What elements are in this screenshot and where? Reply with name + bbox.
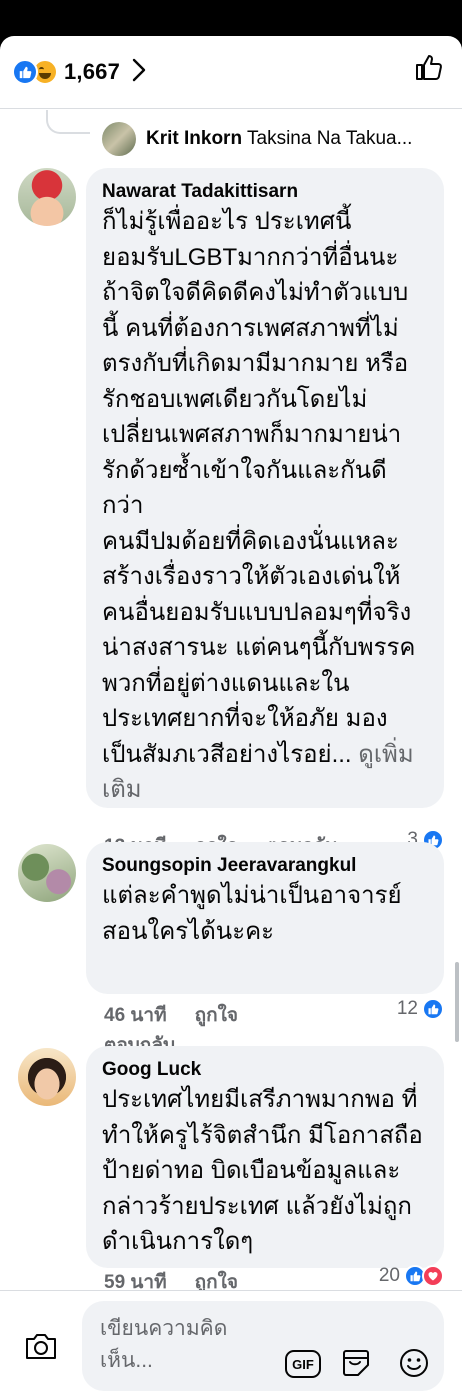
see-more-link[interactable]: เติม xyxy=(102,772,428,808)
comment-line: ประเทศยากที่จะให้อภัย มอง xyxy=(102,705,388,732)
chevron-right-icon[interactable] xyxy=(132,58,146,87)
reaction-count: 20 xyxy=(378,1265,400,1286)
reactions-header[interactable]: 1,667 xyxy=(0,36,462,108)
avatar[interactable] xyxy=(18,844,76,902)
comment-line: แต่ละคำพูดไม่น่าเป็นอาจารย์ xyxy=(102,882,402,909)
comment-line: เป็นสัมภเวสีอย่างไรอย่... ดูเพิ่ม xyxy=(102,737,428,773)
comment-line: ตรงกับที่เกิดมามีมากมาย หรือ xyxy=(102,350,409,377)
avatar[interactable] xyxy=(18,1048,76,1106)
comment-line: สร้างเรื่องราวให้ตัวเองเด่นให้ xyxy=(102,563,401,590)
comment-bubble[interactable]: Nawarat Tadakittisarn ก็ไม่รู้เพื่ออะไร … xyxy=(86,168,444,808)
comment-line: ยอมรับLGBTมากกว่าที่อื่นนะ xyxy=(102,243,399,271)
avatar[interactable] xyxy=(102,122,136,156)
scrollbar[interactable] xyxy=(455,962,459,1042)
reaction-icons xyxy=(12,59,58,85)
comment-author[interactable]: Goog Luck xyxy=(102,1058,428,1082)
sticker-icon[interactable] xyxy=(340,1347,372,1384)
comment-composer: เขียนความคิด เห็น... GIF xyxy=(0,1290,462,1400)
comment-line: ทำให้ครูไร้จิตสำนึก มีโอกาสถือ xyxy=(102,1121,423,1149)
comment-line: น่าสงสารนะ แต่คนๆนี้กับพรรค xyxy=(102,634,416,661)
love-icon xyxy=(422,1265,444,1287)
comment-reactions[interactable]: 20 xyxy=(379,1265,444,1287)
avatar[interactable] xyxy=(18,168,76,226)
comment-line: รักชอบเพศเดียวกันโดยไม่ xyxy=(102,385,368,413)
comment-line: คนอื่นยอมรับแบบปลอมๆที่จริง xyxy=(102,598,412,626)
comment-line-text: เป็นสัมภเวสีอย่างไรอย่... xyxy=(102,740,352,768)
comment-author[interactable]: Soungsopin Jeeravarangkul xyxy=(102,854,428,878)
comment-line: สอนใครได้นะคะ xyxy=(102,917,275,945)
comment-line: คนมีปมด้อยที่คิดเองนั่นแหละ xyxy=(102,527,399,555)
header-divider xyxy=(0,108,462,109)
gif-button[interactable]: GIF xyxy=(284,1349,322,1384)
comment-bubble[interactable]: Goog Luck ประเทศไทยมีเสรีภาพมากพอ ที่ ทำ… xyxy=(86,1046,444,1268)
reply-preview[interactable]: Krit Inkorn Taksina Na Takua... xyxy=(0,110,462,160)
comment-bubble[interactable]: Soungsopin Jeeravarangkul แต่ละคำพูดไม่น… xyxy=(86,842,444,994)
comment-actions: 46 นาที ถูกใจ xyxy=(104,1000,266,1030)
like-icon xyxy=(12,59,38,85)
camera-icon[interactable] xyxy=(24,1331,58,1366)
comment-line: รักด้วยซ้ำเข้าใจกันและกันดีกว่า xyxy=(102,456,387,520)
comment-line: ดำเนินการใดๆ xyxy=(102,1228,254,1255)
comment-line: ป้ายด่าทอ บิดเบือนข้อมูลและ xyxy=(102,1157,401,1184)
reply-preview-text[interactable]: Krit Inkorn Taksina Na Takua... xyxy=(146,128,412,150)
emoji-icon[interactable] xyxy=(398,1347,430,1384)
status-bar xyxy=(0,0,462,36)
comment-author[interactable]: Nawarat Tadakittisarn xyxy=(102,180,428,204)
comment-text: ประเทศไทยมีเสรีภาพมากพอ ที่ ทำให้ครูไร้จ… xyxy=(102,1082,428,1260)
reply-snippet: Taksina Na Takua... xyxy=(247,128,413,149)
comment-input[interactable]: เขียนความคิด เห็น... GIF xyxy=(82,1301,444,1391)
gif-label: GIF xyxy=(292,1357,314,1372)
comment-time: 46 นาที xyxy=(104,1005,167,1026)
comment-text: แต่ละคำพูดไม่น่าเป็นอาจารย์ สอนใครได้นะค… xyxy=(102,878,428,949)
comment-line: พวกที่อยู่ต่างแดนและใน xyxy=(102,669,350,697)
comment-text: ก็ไม่รู้เพื่ออะไร ประเทศนี้ ยอมรับLGBTมา… xyxy=(102,204,428,808)
comment-line: เปลี่ยนเพศสภาพก็มากมายน่า xyxy=(102,421,402,448)
comments-sheet: 1,667 Krit Inkorn Taksina Na Takua... Na… xyxy=(0,36,462,1400)
like-icon xyxy=(422,998,444,1020)
comment-line: ก็ไม่รู้เพื่ออะไร ประเทศนี้ xyxy=(102,208,352,235)
reply-author: Krit Inkorn xyxy=(146,128,243,149)
comment-line: นี้ คนที่ต้องการเพศสภาพที่ไม่ xyxy=(102,314,399,342)
placeholder-line: เขียนความคิด xyxy=(100,1317,228,1340)
comment-input-placeholder: เขียนความคิด เห็น... xyxy=(100,1313,270,1377)
like-button[interactable]: ถูกใจ xyxy=(195,1000,238,1030)
reaction-total[interactable]: 1,667 xyxy=(64,59,120,85)
see-more-link[interactable]: ดูเพิ่ม xyxy=(358,741,413,768)
like-post-button[interactable] xyxy=(414,52,444,87)
thread-line xyxy=(46,110,90,134)
reaction-count: 12 xyxy=(396,998,418,1019)
comment-reactions[interactable]: 12 xyxy=(397,998,444,1020)
comment-line: ประเทศไทยมีเสรีภาพมากพอ ที่ xyxy=(102,1086,418,1113)
comment-line: ถ้าจิตใจดีคิดดีคงไม่ทำตัวแบบ xyxy=(102,279,409,306)
comment-line: กล่าวร้ายประเทศ แล้วยังไม่ถูก xyxy=(102,1192,412,1220)
placeholder-line: เห็น... xyxy=(100,1349,153,1372)
